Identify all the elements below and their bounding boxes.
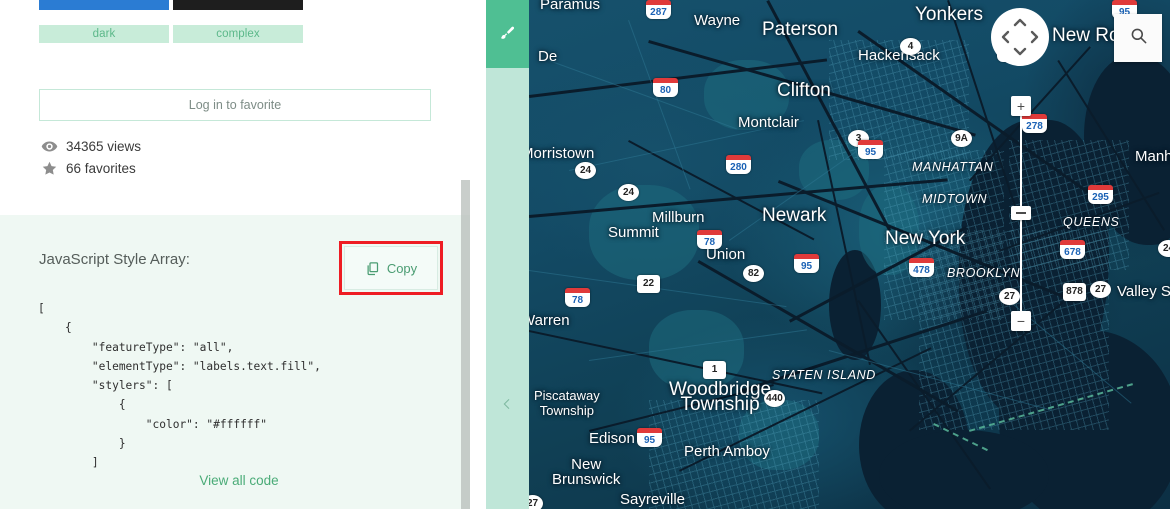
highway-shield: 82 bbox=[743, 265, 764, 282]
scrollbar-thumb[interactable] bbox=[461, 180, 470, 509]
tag-dark[interactable]: dark bbox=[39, 25, 169, 43]
highway-shield: 95 bbox=[858, 140, 883, 159]
swatch-blue bbox=[39, 0, 169, 10]
chevron-left-icon[interactable] bbox=[499, 393, 515, 415]
rail-body bbox=[486, 68, 529, 509]
highway-shield: 78 bbox=[565, 288, 590, 307]
app-root: dark complex Log in to favorite 34365 vi… bbox=[0, 0, 1170, 509]
star-icon bbox=[39, 160, 59, 176]
panel-content: dark complex Log in to favorite 34365 vi… bbox=[0, 0, 478, 509]
map-search-button[interactable] bbox=[1114, 14, 1162, 62]
highway-shield: 78 bbox=[697, 230, 722, 249]
zoom-slider-thumb[interactable] bbox=[1011, 206, 1031, 220]
style-editor-button[interactable] bbox=[486, 0, 529, 68]
highway-shield: 4 bbox=[900, 38, 921, 55]
eye-icon bbox=[39, 138, 59, 154]
highway-shield: 9A bbox=[951, 130, 972, 147]
views-text: 34365 views bbox=[66, 138, 142, 154]
views-stat: 34365 views bbox=[39, 135, 141, 157]
highway-shield: 24 bbox=[618, 184, 639, 201]
paintbrush-icon bbox=[498, 24, 518, 44]
highway-shield: 95 bbox=[637, 428, 662, 447]
copy-button-highlight: Copy bbox=[339, 241, 443, 295]
map-panel[interactable]: Paramus Yonkers Wayne Paterson New Ro De Hacke… bbox=[486, 0, 1170, 509]
pan-control[interactable] bbox=[991, 8, 1049, 66]
search-icon bbox=[1129, 26, 1148, 50]
tag-row: dark complex bbox=[39, 25, 303, 43]
highway-shield: 295 bbox=[1088, 185, 1113, 204]
color-swatch-row bbox=[39, 0, 303, 10]
code-header: JavaScript Style Array: Copy bbox=[39, 241, 443, 295]
copy-icon bbox=[365, 261, 380, 276]
zoom-out-button[interactable]: − bbox=[1011, 311, 1031, 331]
swatch-dark bbox=[173, 0, 303, 10]
park-area bbox=[589, 185, 699, 280]
highway-shield: 478 bbox=[909, 258, 934, 277]
code-section-title: JavaScript Style Array: bbox=[39, 251, 190, 268]
copy-button[interactable]: Copy bbox=[344, 246, 438, 290]
highway-shield: 287 bbox=[646, 0, 671, 19]
copy-button-label: Copy bbox=[386, 260, 418, 276]
favorites-text: 66 favorites bbox=[66, 160, 136, 176]
code-section: JavaScript Style Array: Copy [{"featur… bbox=[0, 215, 478, 509]
highway-shield: 22 bbox=[637, 275, 660, 293]
highway-shield: 280 bbox=[726, 155, 751, 174]
map-side-rail bbox=[486, 0, 529, 509]
zoom-in-button[interactable]: + bbox=[1011, 96, 1031, 116]
highway-shield: 80 bbox=[653, 78, 678, 97]
map-canvas[interactable]: Paramus Yonkers Wayne Paterson New Ro De Hacke… bbox=[529, 0, 1170, 509]
highway-shield: 878 bbox=[1063, 283, 1086, 301]
highway-shield: 1 bbox=[703, 361, 726, 379]
style-json-code: [ { "featureType": "all", "elementType":… bbox=[38, 302, 321, 470]
vertical-scrollbar[interactable] bbox=[461, 0, 470, 509]
style-detail-panel: dark complex Log in to favorite 34365 vi… bbox=[0, 0, 486, 509]
log-in-to-favorite-button[interactable]: Log in to favorite bbox=[39, 89, 431, 121]
highway-shield: 24 bbox=[575, 162, 596, 179]
tag-complex[interactable]: complex bbox=[173, 25, 303, 43]
highway-shield: 95 bbox=[794, 254, 819, 273]
stats-block: 34365 views 66 favorites bbox=[39, 135, 141, 179]
panel-right-edge bbox=[470, 0, 478, 509]
highway-shield: 440 bbox=[764, 390, 785, 407]
favorites-stat: 66 favorites bbox=[39, 157, 141, 179]
highway-shield: 27 bbox=[1090, 281, 1111, 298]
view-all-code-link[interactable]: View all code bbox=[0, 473, 478, 488]
zoom-slider[interactable]: + − bbox=[1011, 96, 1031, 331]
highway-shield: 678 bbox=[1060, 240, 1085, 259]
